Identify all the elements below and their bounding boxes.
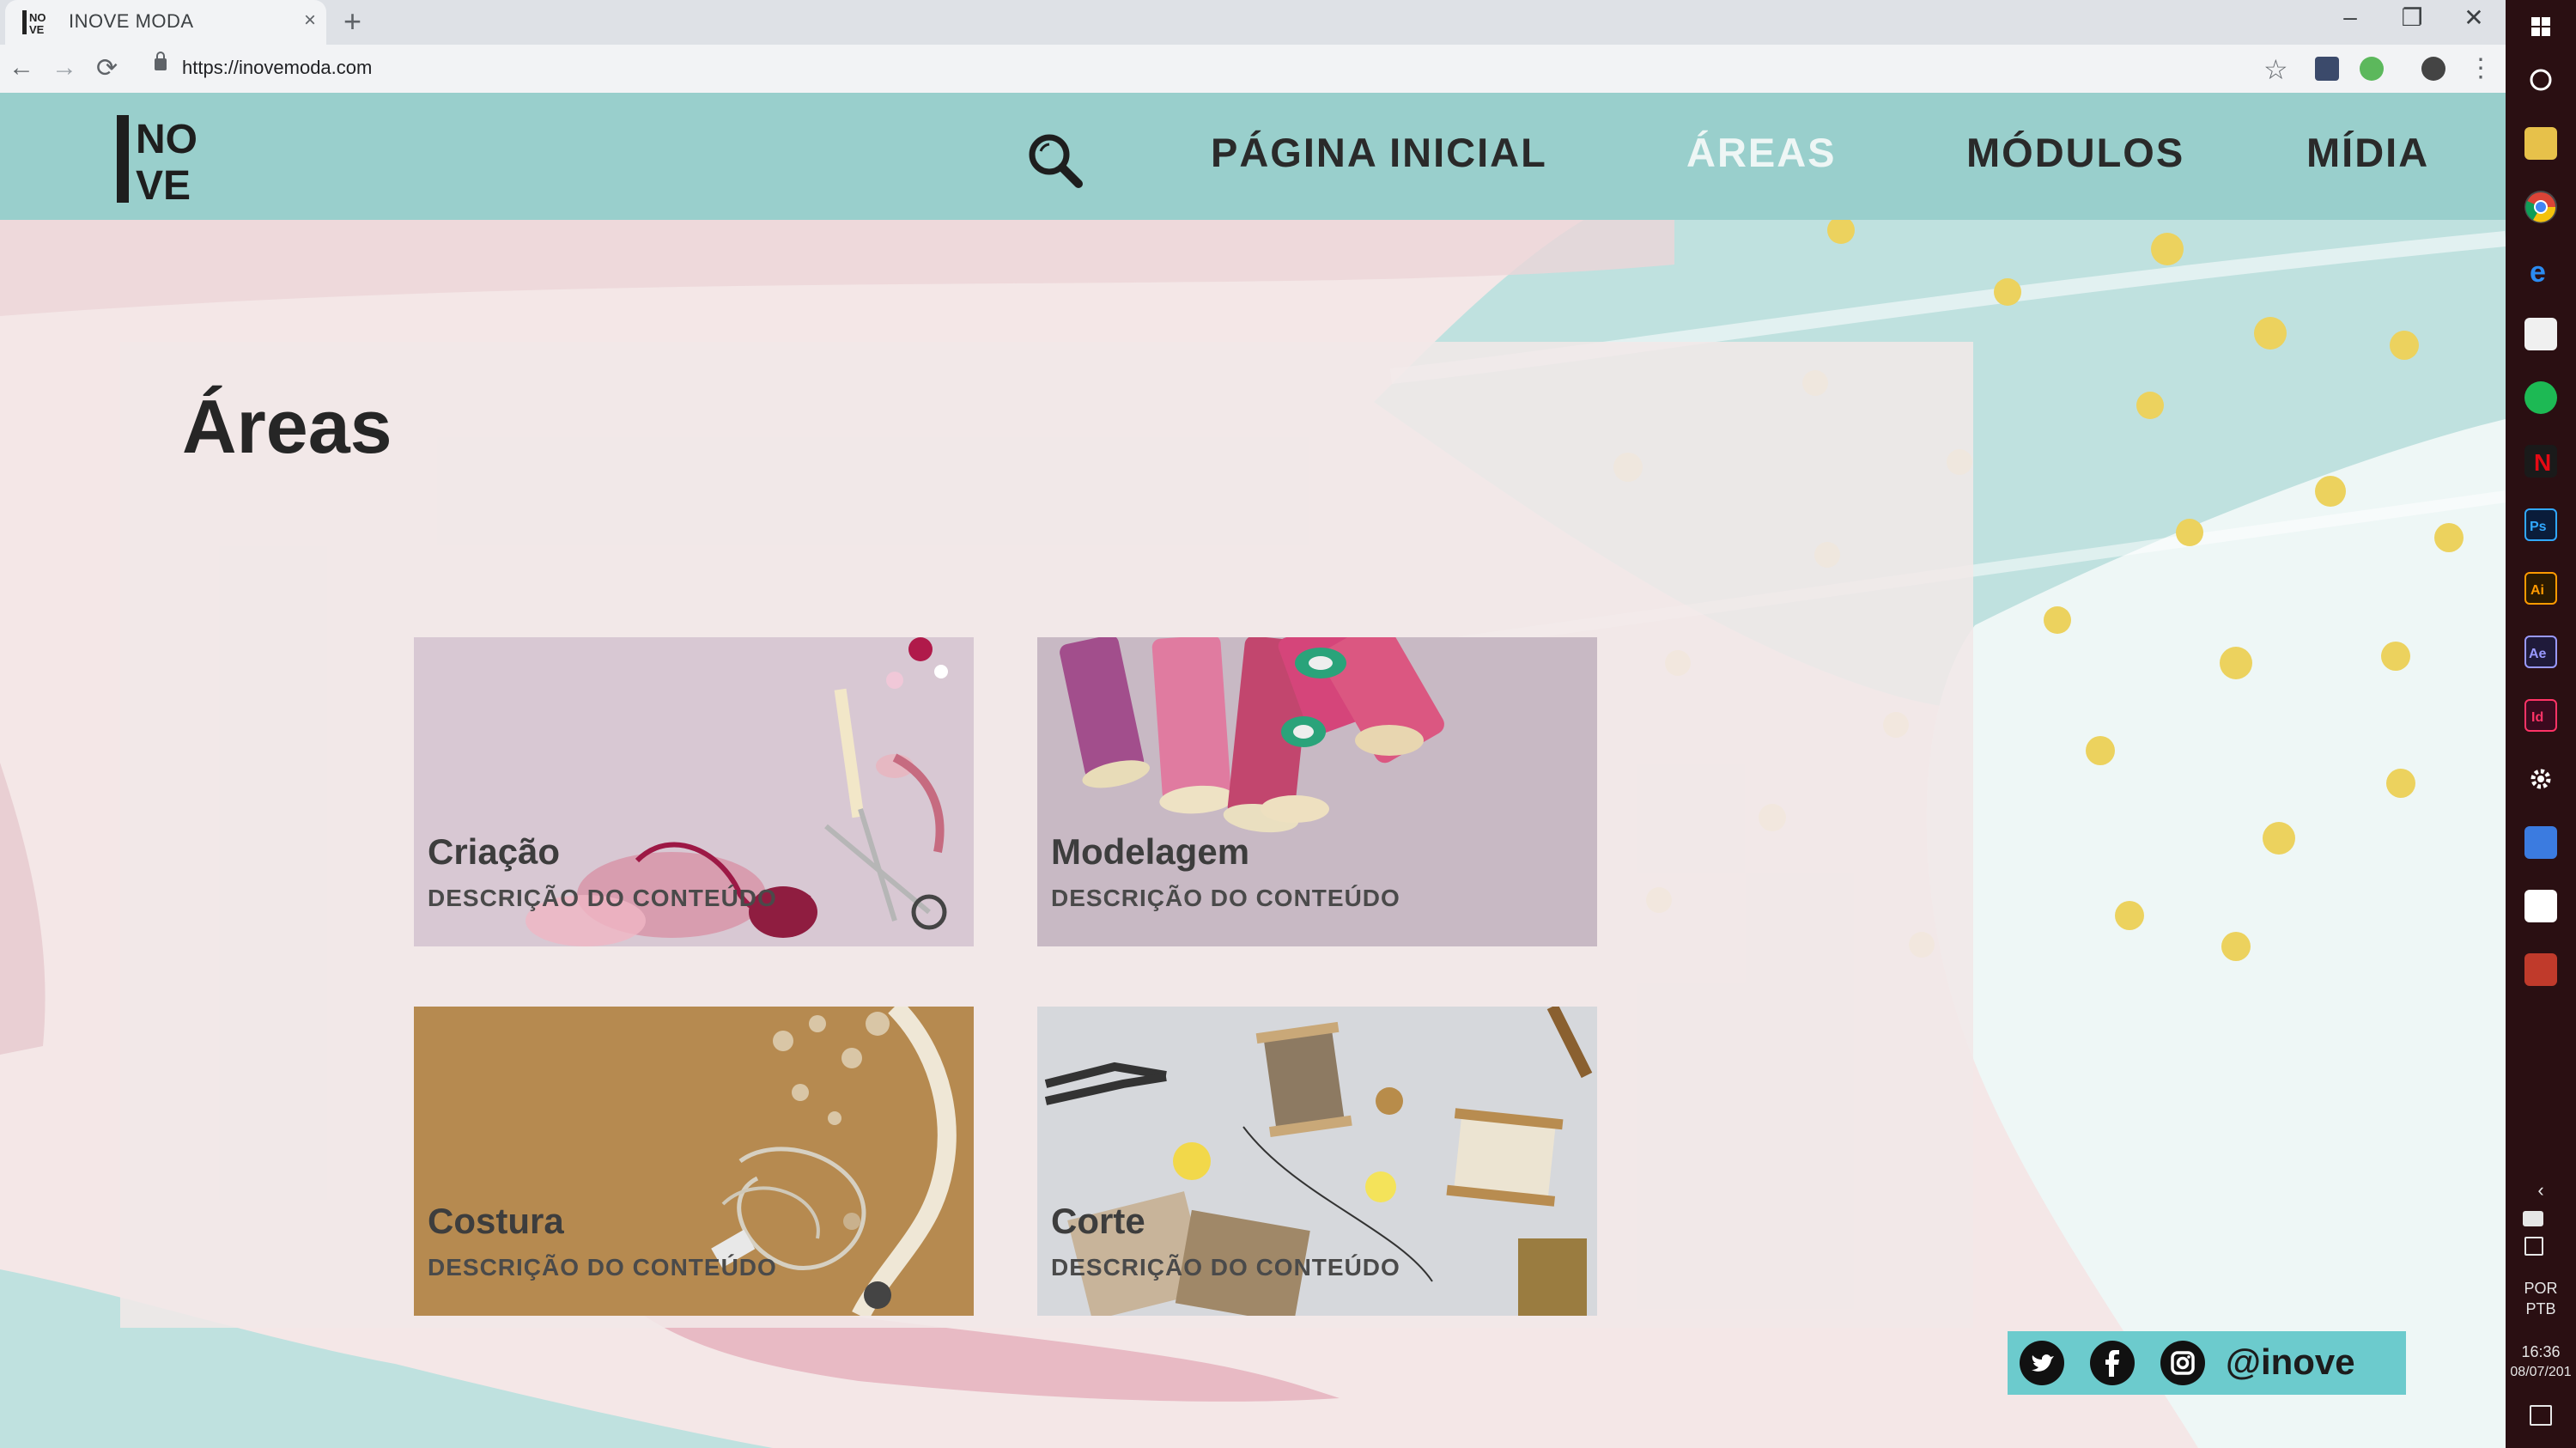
area-card-corte[interactable]: Corte DESCRIÇÃO DO CONTEÚDO — [1037, 1007, 1597, 1316]
chrome-icon[interactable] — [2524, 191, 2557, 223]
clock-date[interactable]: 08/07/201 — [2506, 1362, 2576, 1383]
page-title: Áreas — [182, 384, 392, 469]
svg-text:e: e — [2530, 256, 2546, 287]
windows-taskbar: e N Ps Ai Ae Id ‹ POR PTB 16:36 08/07/20… — [2506, 0, 2576, 1448]
svg-text:NO: NO — [136, 117, 197, 162]
svg-text:Id: Id — [2531, 710, 2543, 725]
tab-title: INOVE MODA — [69, 10, 194, 32]
netflix-icon[interactable]: N — [2524, 445, 2557, 478]
svg-text:Ps: Ps — [2530, 520, 2547, 534]
lock-icon — [155, 52, 167, 70]
language-code[interactable]: POR — [2506, 1278, 2576, 1299]
photoshop-icon[interactable]: Ps — [2524, 508, 2557, 541]
show-hidden-icons-chevron[interactable]: ‹ — [2506, 1180, 2576, 1201]
browser-tab-bar: NO VE INOVE MODA × + – ❐ ✕ — [0, 0, 2506, 45]
restore-button[interactable]: ❐ — [2391, 3, 2433, 32]
area-card-criacao[interactable]: Criação DESCRIÇÃO DO CONTEÚDO — [414, 637, 974, 946]
photos-icon[interactable] — [2524, 890, 2557, 922]
svg-text:VE: VE — [136, 163, 191, 206]
card-title: Modelagem — [1051, 831, 1250, 872]
nav-pagina-inicial[interactable]: PÁGINA INICIAL — [1211, 129, 1547, 176]
nav-midia[interactable]: MÍDIA — [2306, 129, 2429, 176]
search-icon[interactable] — [1025, 131, 1085, 191]
notification-center-icon[interactable] — [2530, 1405, 2552, 1426]
card-title: Costura — [428, 1201, 564, 1241]
nav-modulos[interactable]: MÓDULOS — [1966, 129, 2184, 176]
mail-icon[interactable] — [2524, 318, 2557, 350]
svg-text:VE: VE — [29, 23, 45, 36]
nav-areas[interactable]: ÁREAS — [1686, 129, 1837, 176]
inove-logo[interactable]: NO VE — [115, 112, 227, 206]
keyboard-layout[interactable]: PTB — [2506, 1299, 2576, 1319]
card-description: DESCRIÇÃO DO CONTEÚDO — [428, 1254, 777, 1281]
file-explorer-icon[interactable] — [2524, 127, 2557, 160]
svg-text:N: N — [2534, 449, 2551, 476]
svg-text:Ae: Ae — [2529, 647, 2547, 661]
extension-icon[interactable] — [2315, 57, 2339, 81]
battery-icon[interactable] — [2523, 1211, 2543, 1226]
profile-avatar[interactable] — [2421, 57, 2445, 81]
new-tab-button[interactable]: + — [343, 3, 361, 40]
card-description: DESCRIÇÃO DO CONTEÚDO — [428, 885, 777, 911]
reload-button[interactable]: ⟳ — [96, 53, 118, 83]
area-card-modelagem[interactable]: Modelagem DESCRIÇÃO DO CONTEÚDO — [1037, 637, 1597, 946]
card-description: DESCRIÇÃO DO CONTEÚDO — [1051, 1254, 1400, 1281]
archive-app-icon[interactable] — [2524, 953, 2557, 986]
minimize-button[interactable]: – — [2329, 3, 2372, 31]
clock-time[interactable]: 16:36 — [2506, 1342, 2576, 1362]
social-handle[interactable]: @inove — [2226, 1342, 2355, 1383]
tab-close-button[interactable]: × — [304, 9, 316, 33]
back-button[interactable]: ← — [9, 53, 34, 82]
social-bar: @inove — [2008, 1331, 2406, 1395]
facebook-icon[interactable] — [2090, 1341, 2135, 1385]
store-icon[interactable] — [2524, 826, 2557, 859]
address-bar-row: ← → ⟳ https://inovemoda.com ☆ ⋮ — [0, 45, 2506, 93]
extension-green-icon[interactable] — [2360, 57, 2384, 81]
spotify-icon[interactable] — [2524, 381, 2557, 414]
illustrator-icon[interactable]: Ai — [2524, 572, 2557, 605]
card-description: DESCRIÇÃO DO CONTEÚDO — [1051, 885, 1400, 911]
indesign-icon[interactable]: Id — [2524, 699, 2557, 732]
card-title: Corte — [1051, 1201, 1145, 1241]
after-effects-icon[interactable]: Ae — [2524, 636, 2557, 668]
svg-text:Ai: Ai — [2530, 583, 2544, 598]
bookmark-star-icon[interactable]: ☆ — [2263, 53, 2288, 86]
forward-button[interactable]: → — [52, 53, 77, 82]
browser-menu-icon[interactable]: ⋮ — [2468, 53, 2494, 83]
favicon-icon: NO VE — [22, 10, 46, 36]
settings-gear-icon[interactable] — [2524, 763, 2557, 795]
areas-panel: Áreas Criação DESCRIÇÃO DO CONTEÚDO Mode… — [120, 342, 1973, 1328]
edge-icon[interactable]: e — [2524, 254, 2557, 289]
url-field[interactable]: https://inovemoda.com — [182, 57, 372, 79]
browser-tab[interactable]: NO VE INOVE MODA × — [5, 0, 326, 45]
site-header: NO VE PÁGINA INICIAL ÁREAS MÓDULOS MÍDIA — [0, 93, 2506, 220]
website-viewport: NO VE PÁGINA INICIAL ÁREAS MÓDULOS MÍDIA… — [0, 93, 2506, 1448]
area-card-costura[interactable]: Costura DESCRIÇÃO DO CONTEÚDO — [414, 1007, 974, 1316]
cortana-search-icon[interactable] — [2524, 64, 2557, 96]
windows-start-icon[interactable] — [2524, 10, 2557, 43]
volume-icon[interactable] — [2524, 1237, 2543, 1256]
twitter-icon[interactable] — [2020, 1341, 2064, 1385]
instagram-icon[interactable] — [2160, 1341, 2205, 1385]
svg-text:NO: NO — [29, 11, 46, 24]
close-window-button[interactable]: ✕ — [2452, 3, 2495, 32]
card-title: Criação — [428, 831, 561, 872]
